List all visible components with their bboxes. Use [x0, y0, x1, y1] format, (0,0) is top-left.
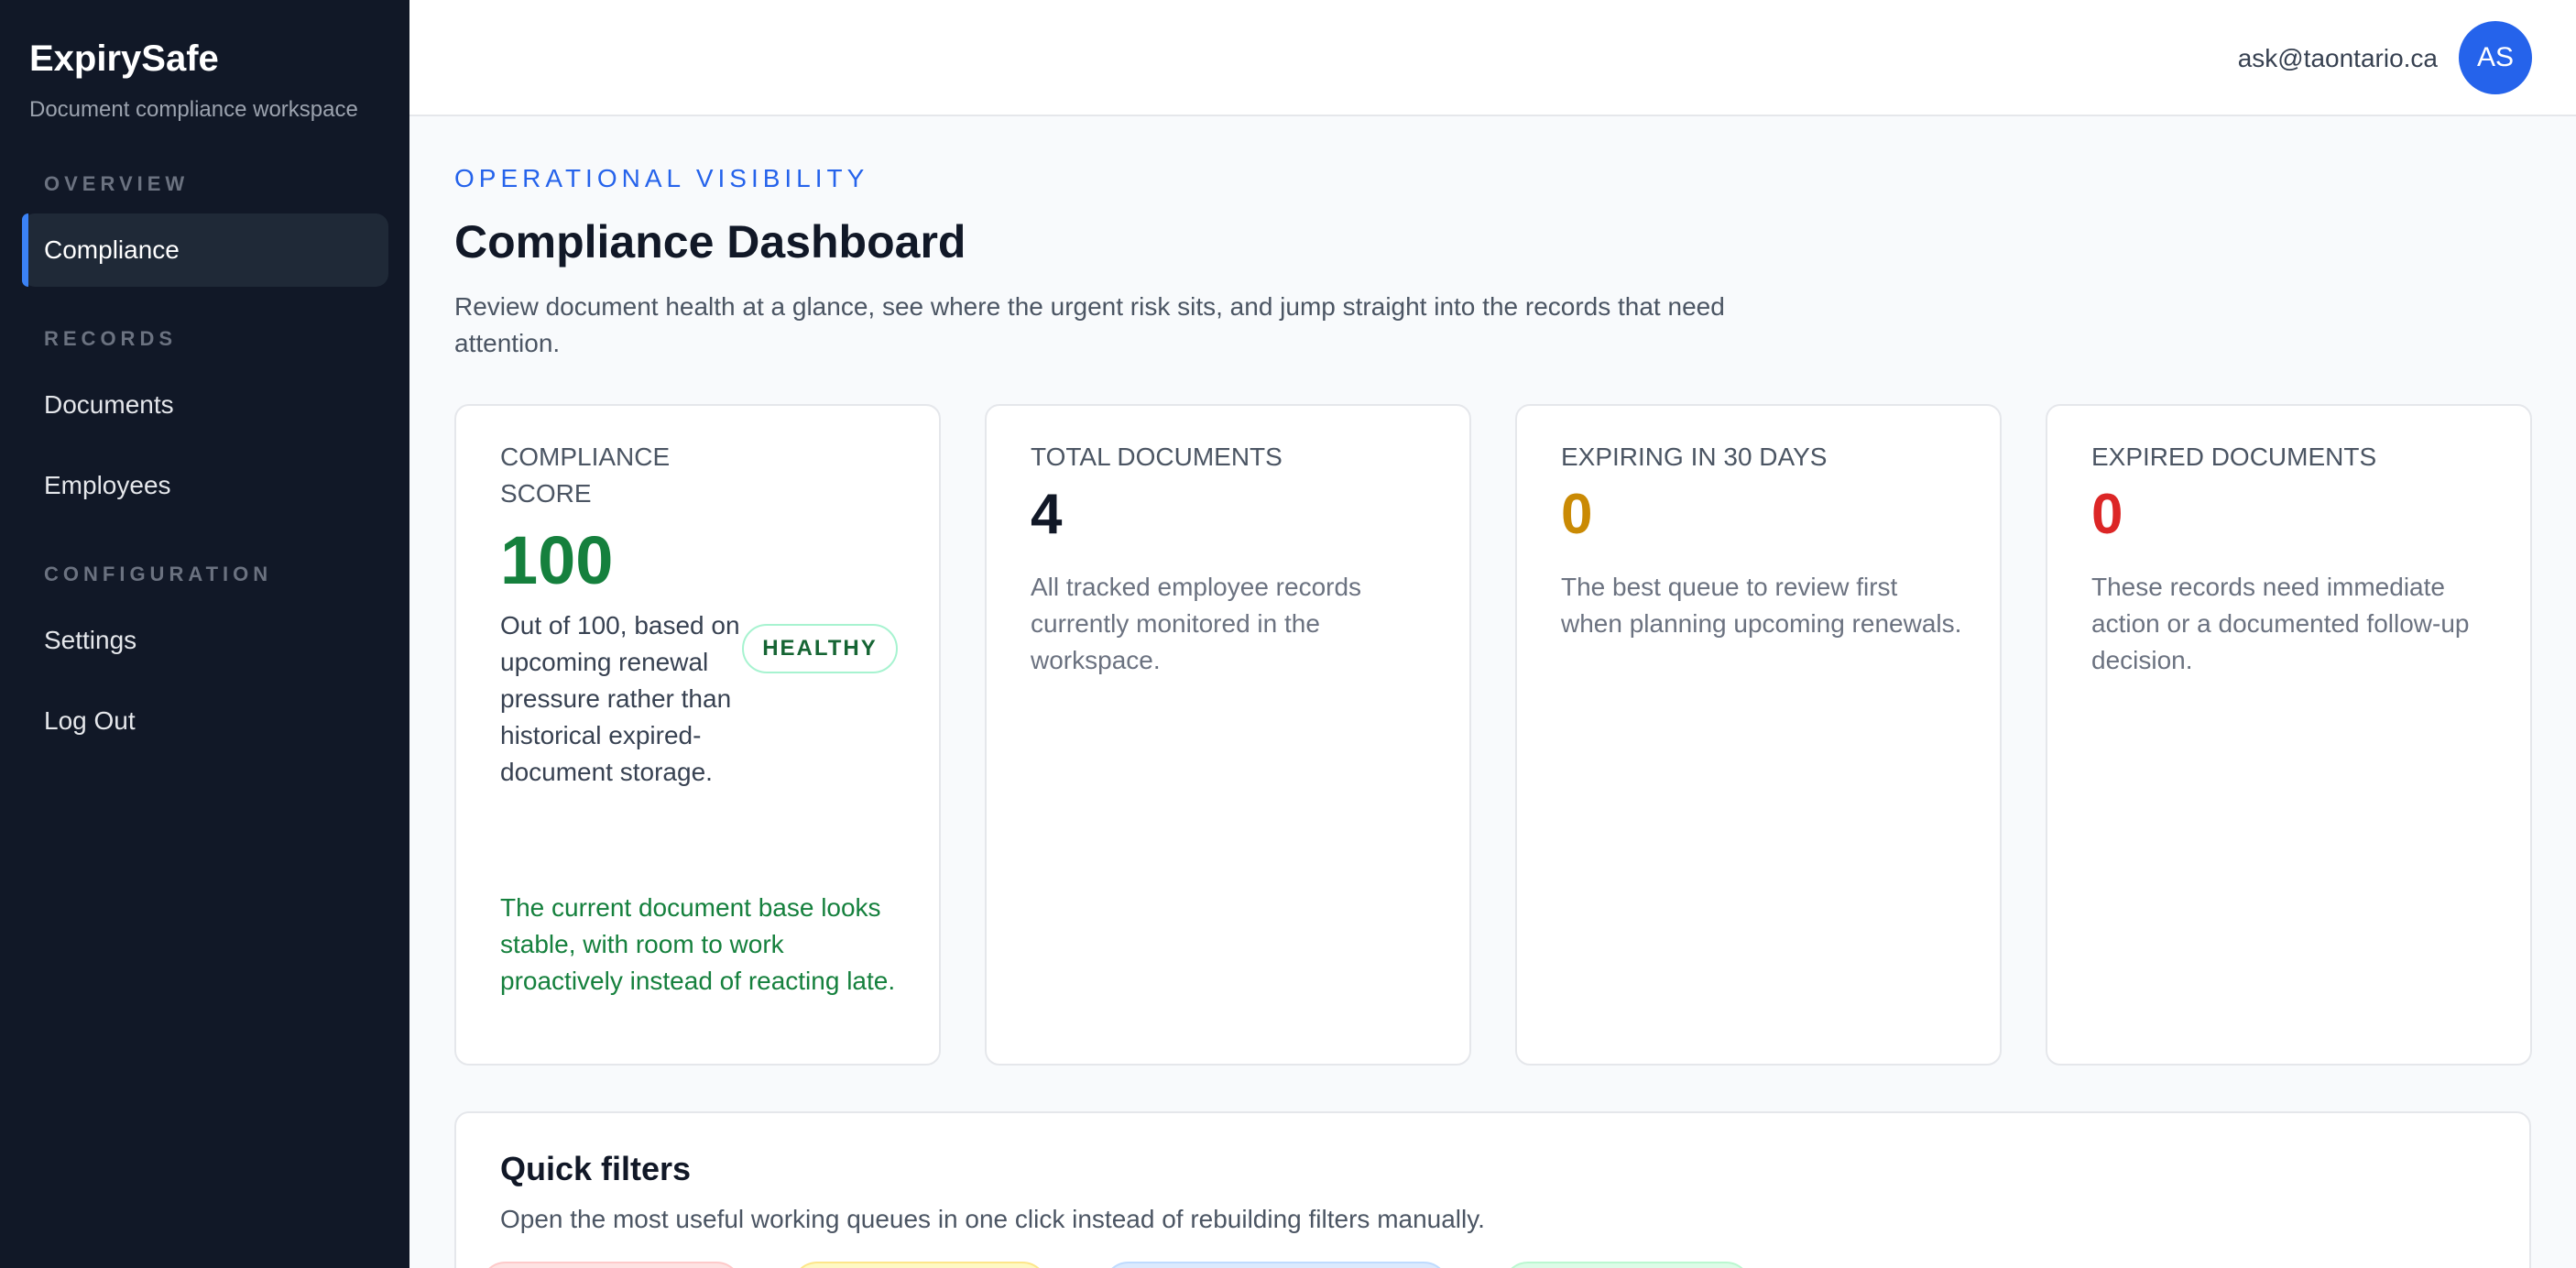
quick-filter-pill[interactable]	[1502, 1262, 1752, 1268]
card-description: All tracked employee records currently m…	[1031, 573, 1362, 674]
compliance-score-value: 100	[500, 522, 614, 598]
sidebar-item-label: Compliance	[44, 235, 180, 264]
page-description: Review document health at a glance, see …	[454, 292, 1725, 357]
card-label: EXPIRING IN 30 DAYS	[1561, 443, 1828, 471]
expiring-documents-card[interactable]: EXPIRING IN 30 DAYS 0 The best queue to …	[1515, 404, 2002, 1066]
sidebar-item-compliance[interactable]: Compliance	[22, 213, 388, 287]
card-description: These records need immediate action or a…	[2091, 573, 2470, 674]
total-documents-value: 4	[1031, 483, 1063, 546]
app-root: ExpirySafe Document compliance workspace…	[0, 0, 2576, 1268]
status-badge: HEALTHY	[742, 624, 898, 673]
sidebar-item-label: Log Out	[44, 706, 136, 735]
expired-documents-value: 0	[2091, 483, 2123, 546]
sidebar-item-label: Employees	[44, 471, 171, 499]
sidebar-item-settings[interactable]: Settings	[22, 604, 388, 677]
brand-logo[interactable]: ExpirySafe	[29, 38, 219, 80]
sidebar-item-logout[interactable]: Log Out	[22, 684, 388, 758]
section-label-overview: OVERVIEW	[44, 172, 190, 195]
total-documents-card[interactable]: TOTAL DOCUMENTS 4 All tracked employee r…	[985, 404, 1471, 1066]
score-note: The current document base looks stable, …	[500, 893, 896, 995]
sidebar-item-employees[interactable]: Employees	[22, 449, 388, 522]
quick-filter-pill[interactable]	[791, 1262, 1048, 1268]
card-label: EXPIRED DOCUMENTS	[2091, 443, 2377, 471]
avatar[interactable]: AS	[2459, 21, 2532, 94]
sidebar-item-label: Settings	[44, 626, 137, 654]
card-description: The best queue to review first when plan…	[1561, 573, 1962, 638]
card-description: Out of 100, based on upcoming renewal pr…	[500, 611, 740, 786]
brand-subtitle: Document compliance workspace	[29, 97, 358, 122]
topbar: ask@taontario.ca AS	[409, 0, 2576, 116]
quick-filters-title: Quick filters	[500, 1150, 692, 1187]
sidebar-item-documents[interactable]: Documents	[22, 368, 388, 442]
expiring-documents-value: 0	[1561, 483, 1593, 546]
sidebar: ExpirySafe Document compliance workspace…	[0, 0, 409, 1268]
quick-filter-pill[interactable]	[1103, 1262, 1449, 1268]
sidebar-item-label: Documents	[44, 390, 174, 419]
main-content: OPERATIONAL VISIBILITY Compliance Dashbo…	[409, 116, 2576, 1268]
card-label: COMPLIANCE SCORE	[500, 443, 671, 508]
user-email: ask@taontario.ca	[2237, 44, 2438, 72]
section-label-records: RECORDS	[44, 327, 178, 350]
quick-filter-pill[interactable]	[480, 1262, 742, 1268]
page-title: Compliance Dashboard	[454, 216, 966, 268]
expired-documents-card[interactable]: EXPIRED DOCUMENTS 0 These records need i…	[2046, 404, 2532, 1066]
compliance-score-card: COMPLIANCE SCORE 100 Out of 100, based o…	[454, 404, 941, 1066]
section-label-configuration: CONFIGURATION	[44, 563, 273, 585]
page-eyebrow: OPERATIONAL VISIBILITY	[454, 164, 869, 192]
quick-filters-description: Open the most useful working queues in o…	[500, 1205, 1485, 1233]
quick-filters-panel: Quick filters Open the most useful worki…	[454, 1111, 2531, 1268]
card-label: TOTAL DOCUMENTS	[1031, 443, 1283, 471]
